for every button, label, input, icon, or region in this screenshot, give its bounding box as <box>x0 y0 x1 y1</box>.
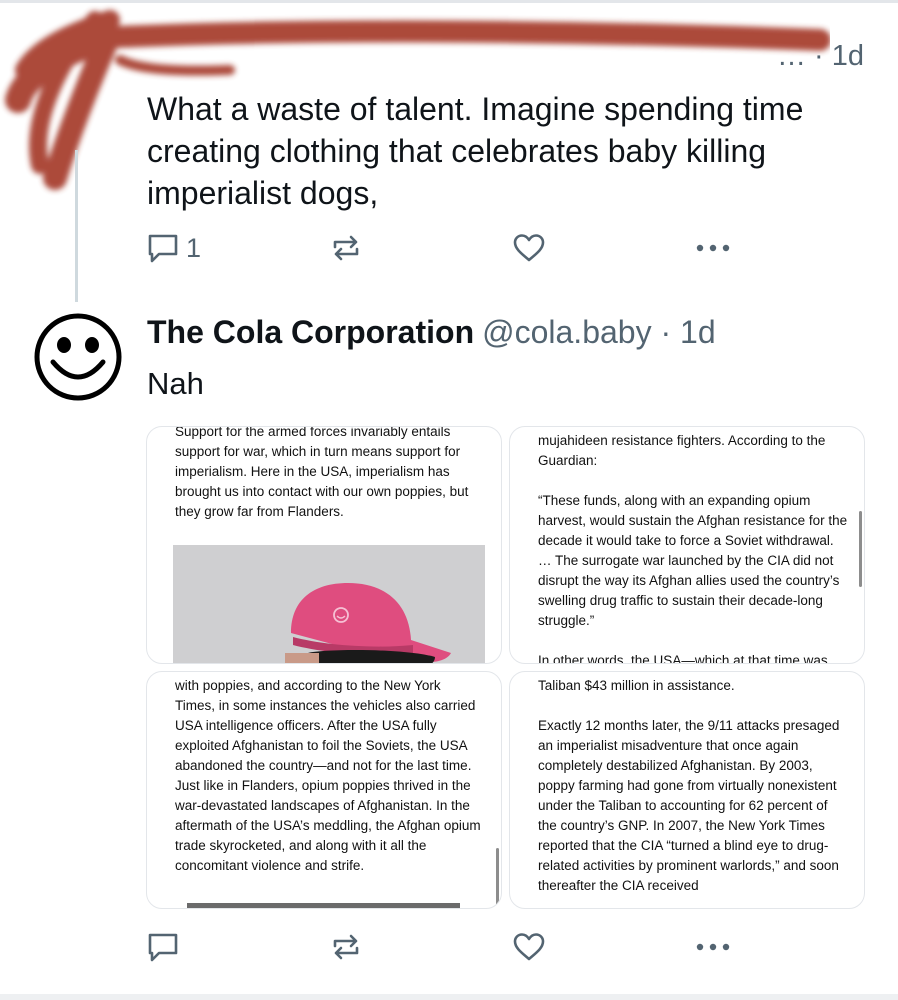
reply-button[interactable] <box>146 931 180 963</box>
speech-bubble-icon <box>148 234 178 263</box>
more-options-button[interactable] <box>694 931 732 963</box>
image-text: “These funds, along with an expanding op… <box>538 493 848 628</box>
image-tile-2[interactable]: mujahideen resistance fighters. Accordin… <box>509 426 865 664</box>
reply-text: Nah <box>147 366 204 401</box>
image-text: Taliban $43 million in assistance. <box>538 678 735 693</box>
parent-handle-time: … · 1d <box>776 40 864 72</box>
parent-post-text: What a waste of talent. Imagine spending… <box>147 91 804 211</box>
like-button[interactable] <box>512 232 546 264</box>
image-text: mujahideen resistance fighters. Accordin… <box>538 433 826 468</box>
repost-button[interactable] <box>330 931 362 963</box>
image-text: Exactly 12 months later, the 9/11 attack… <box>538 718 840 893</box>
scrollbar[interactable] <box>496 848 499 908</box>
three-dots-icon <box>696 943 730 951</box>
like-button[interactable] <box>512 931 546 963</box>
image-divider <box>187 903 460 908</box>
repost-arrows-icon <box>333 934 359 960</box>
bottom-divider <box>0 994 898 1000</box>
smiley-face-icon <box>34 313 122 401</box>
reply-author-line: The Cola Corporation @cola.baby · 1d <box>147 314 716 351</box>
heart-icon <box>513 933 545 961</box>
heart-icon <box>513 234 545 262</box>
author-name[interactable]: The Cola Corporation <box>147 314 474 350</box>
speech-bubble-icon <box>148 933 178 962</box>
reply-button[interactable]: 1 <box>146 232 201 264</box>
image-text: In other words, the USA—which at that ti… <box>538 653 828 664</box>
author-handle[interactable]: @cola.baby · 1d <box>482 314 716 350</box>
repost-arrows-icon <box>333 235 359 261</box>
more-options-button[interactable] <box>694 232 732 264</box>
image-tile-4[interactable]: Taliban $43 million in assistance. Exact… <box>509 671 865 909</box>
avatar[interactable] <box>33 312 123 402</box>
scrollbar[interactable] <box>859 511 862 587</box>
photo-pink-cap <box>173 545 485 663</box>
reply-count: 1 <box>186 232 202 263</box>
repost-button[interactable] <box>330 232 362 264</box>
image-tile-3[interactable]: with poppies, and according to the New Y… <box>146 671 502 909</box>
image-tile-1[interactable]: Support for the armed forces invariably … <box>146 426 502 664</box>
three-dots-icon <box>696 244 730 252</box>
image-text: with poppies, and according to the New Y… <box>175 678 481 873</box>
thread-connector-line <box>75 150 78 302</box>
image-text: Support for the armed forces invariably … <box>175 426 469 519</box>
